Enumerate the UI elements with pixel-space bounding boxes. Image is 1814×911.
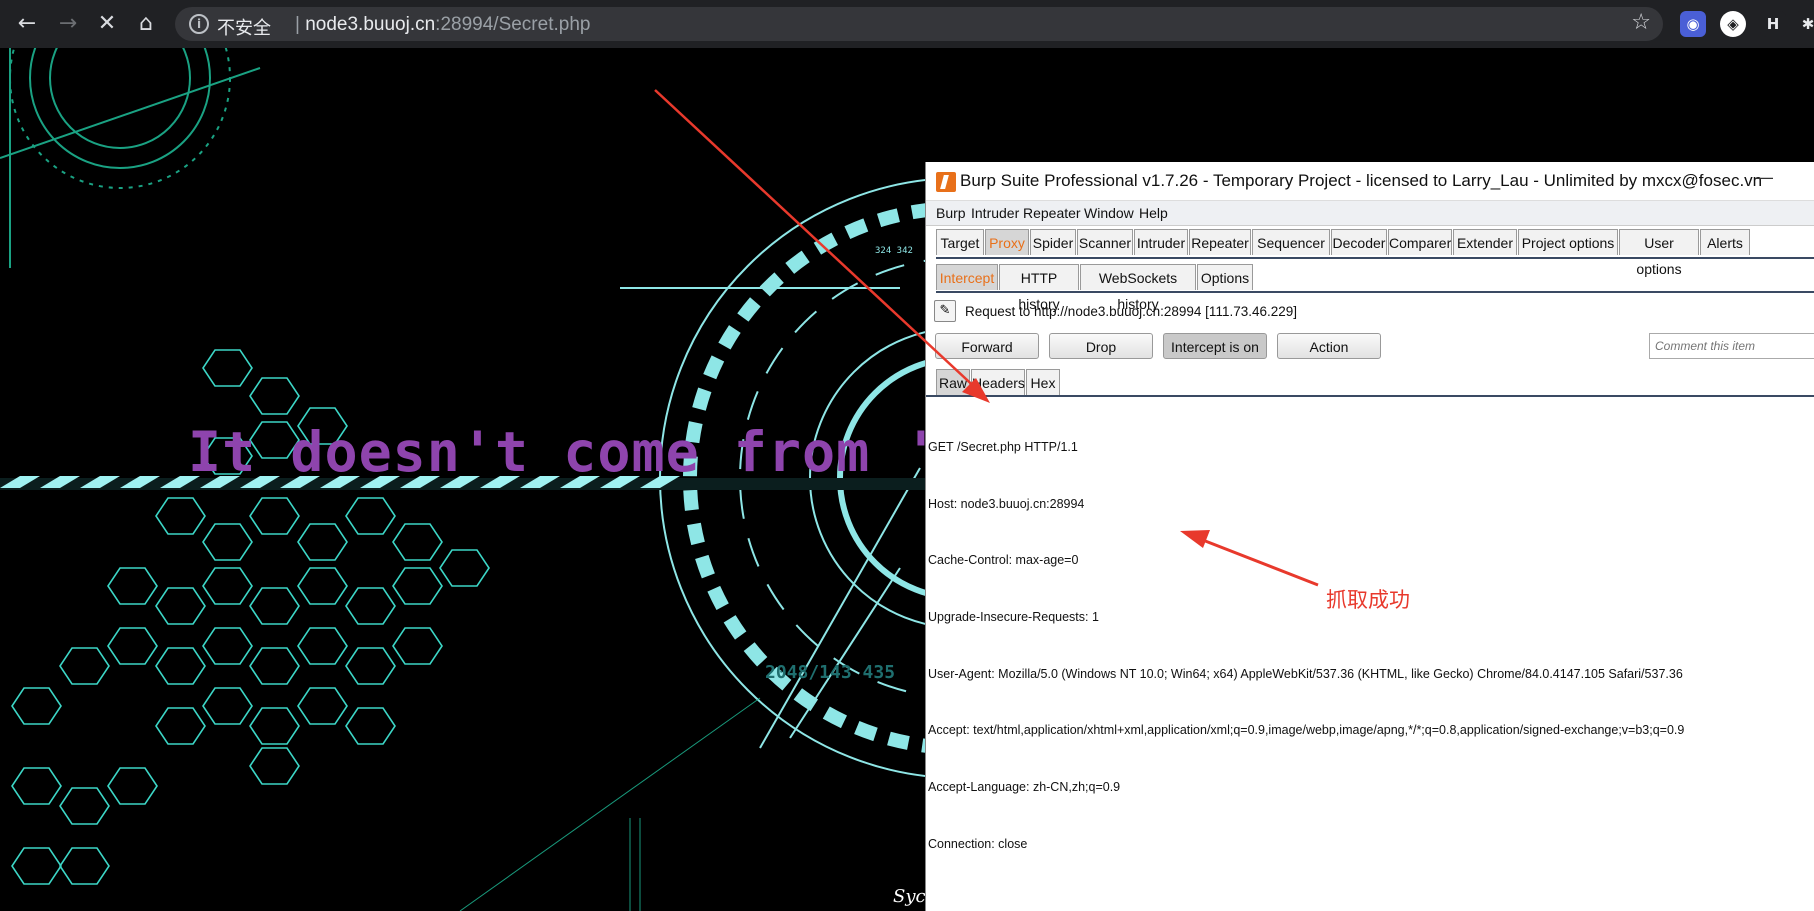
subtab-websockets-history[interactable]: WebSockets history: [1080, 264, 1196, 312]
action-button[interactable]: Action: [1277, 333, 1381, 359]
forward-icon[interactable]: →: [54, 10, 82, 38]
tab-alerts[interactable]: Alerts: [1700, 229, 1750, 255]
tab-repeater[interactable]: Repeater: [1189, 229, 1251, 255]
url-host: node3.buuoj.cn: [305, 14, 436, 35]
info-icon[interactable]: i: [189, 14, 209, 34]
extension-icon-2[interactable]: ◈: [1720, 11, 1746, 37]
request-target-label: Request to http://node3.buuoj.cn:28994 […: [965, 304, 1298, 319]
tab-project-options[interactable]: Project options: [1518, 229, 1618, 255]
request-line: GET /Secret.php HTTP/1.1: [928, 439, 1078, 454]
request-editor[interactable]: GET /Secret.php HTTP/1.1 Host: node3.buu…: [928, 400, 1808, 892]
request-line: User-Agent: Mozilla/5.0 (Windows NT 10.0…: [928, 666, 1683, 681]
minimize-button[interactable]: —: [1755, 167, 1773, 188]
tab-spider[interactable]: Spider: [1030, 229, 1076, 255]
view-tab-headers[interactable]: Headers: [971, 369, 1025, 395]
tab-user-options[interactable]: User options: [1619, 229, 1699, 277]
web-page: 324 342 2048/143 435 It doesn't come fro…: [0, 48, 925, 911]
forward-button[interactable]: Forward: [935, 333, 1039, 359]
address-bar[interactable]: i 不安全 | node3.buuoj.cn:28994/Secret.php …: [175, 7, 1663, 41]
burp-window-title: Burp Suite Professional v1.7.26 - Tempor…: [960, 171, 1763, 190]
edit-pencil-icon[interactable]: ✎: [934, 300, 956, 322]
subtab-http-history[interactable]: HTTP history: [999, 264, 1079, 312]
menu-intruder[interactable]: Intruder: [971, 205, 1019, 221]
menu-repeater[interactable]: Repeater: [1023, 205, 1081, 221]
insecure-label: 不安全: [217, 18, 271, 38]
subtab-options[interactable]: Options: [1197, 264, 1253, 290]
browser-toolbar: ← → ✕ ⌂ i 不安全 | node3.buuoj.cn:28994/Sec…: [0, 0, 1814, 48]
request-line: Host: node3.buuoj.cn:28994: [928, 496, 1085, 511]
extension-h-icon[interactable]: H: [1760, 11, 1786, 37]
tab-comparer[interactable]: Comparer: [1388, 229, 1452, 255]
burp-suite-window: Burp Suite Professional v1.7.26 - Tempor…: [925, 162, 1814, 911]
tab-extender[interactable]: Extender: [1453, 229, 1517, 255]
home-icon[interactable]: ⌂: [132, 10, 160, 38]
tab-sequencer[interactable]: Sequencer: [1252, 229, 1330, 255]
tab-decoder[interactable]: Decoder: [1331, 229, 1387, 255]
burp-title-bar: Burp Suite Professional v1.7.26 - Tempor…: [926, 162, 1814, 201]
url-path: :28994/Secret.php: [435, 14, 591, 35]
annotation-label: 抓取成功: [1326, 588, 1410, 612]
stop-icon[interactable]: ✕: [93, 10, 121, 38]
page-headline: It doesn't come from 'h: [188, 420, 925, 484]
menu-window[interactable]: Window: [1084, 205, 1134, 221]
burp-logo-icon: [936, 172, 956, 192]
url-separator: |: [295, 14, 300, 35]
tab-proxy[interactable]: Proxy: [985, 229, 1029, 255]
tab-divider: [936, 257, 1814, 259]
menu-burp[interactable]: Burp: [936, 205, 966, 221]
view-tab-hex[interactable]: Hex: [1026, 369, 1060, 395]
request-line: Connection: close: [928, 836, 1028, 851]
tab-scanner[interactable]: Scanner: [1077, 229, 1133, 255]
url-text: | node3.buuoj.cn:28994/Secret.php: [295, 14, 590, 36]
extensions-puzzle-icon[interactable]: ✱: [1795, 11, 1814, 37]
comment-input[interactable]: [1649, 333, 1814, 359]
hud-overlay-numbers: 324 342: [875, 246, 913, 256]
drop-button[interactable]: Drop: [1049, 333, 1153, 359]
menu-help[interactable]: Help: [1139, 205, 1168, 221]
subtab-intercept[interactable]: Intercept: [936, 264, 998, 290]
page-corner-text: Syc: [893, 886, 925, 907]
hud-overlay-numbers-2: 2048/143 435: [765, 662, 895, 683]
burp-menu-bar: Burp Intruder Repeater Window Help: [926, 201, 1814, 226]
tab-target[interactable]: Target: [936, 229, 984, 255]
intercept-toggle-button[interactable]: Intercept is on: [1163, 333, 1267, 359]
subtab-divider: [936, 291, 1814, 293]
extension-icon-1[interactable]: ◉: [1680, 11, 1706, 37]
request-line: Accept-Language: zh-CN,zh;q=0.9: [928, 780, 1121, 795]
tab-intruder[interactable]: Intruder: [1134, 229, 1188, 255]
request-line: Cache-Control: max-age=0: [928, 553, 1079, 568]
view-tab-raw[interactable]: Raw: [936, 369, 970, 395]
bookmark-star-icon[interactable]: ☆: [1631, 10, 1651, 35]
back-icon[interactable]: ←: [13, 10, 41, 38]
request-line: Accept: text/html,application/xhtml+xml,…: [928, 723, 1685, 738]
view-tab-divider: [926, 395, 1814, 397]
